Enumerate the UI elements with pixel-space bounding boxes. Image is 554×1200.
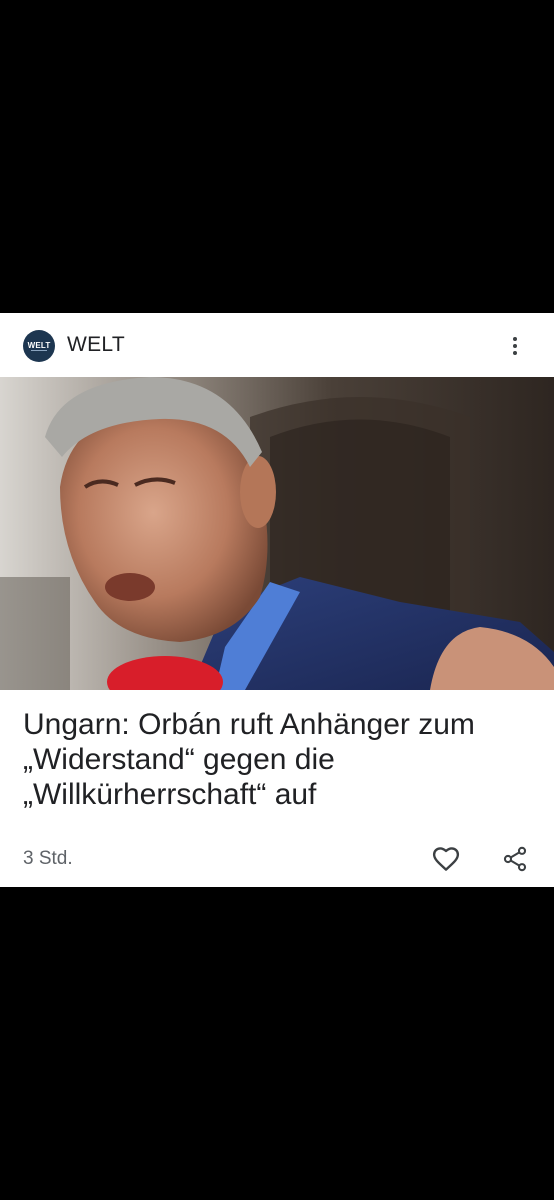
news-card[interactable]: WELT WELT Ungarn: Orbán ruft Anhänger zu… — [0, 313, 554, 887]
heart-icon — [432, 847, 460, 871]
article-image[interactable] — [0, 377, 554, 690]
article-timestamp: 3 Std. — [23, 848, 73, 869]
source-name[interactable]: WELT — [67, 333, 125, 357]
share-icon — [503, 846, 527, 872]
like-button[interactable] — [430, 844, 462, 874]
share-button[interactable] — [501, 844, 529, 874]
top-black-area — [0, 0, 554, 313]
source-logo: WELT — [23, 330, 55, 362]
more-vertical-icon — [513, 337, 517, 341]
bottom-black-area — [0, 887, 554, 1200]
article-headline[interactable]: Ungarn: Orbán ruft Anhänger zum „Widerst… — [23, 707, 533, 812]
more-options-button[interactable] — [500, 331, 530, 361]
card-header: WELT WELT — [0, 313, 554, 377]
source-logo-text: WELT — [27, 340, 51, 350]
